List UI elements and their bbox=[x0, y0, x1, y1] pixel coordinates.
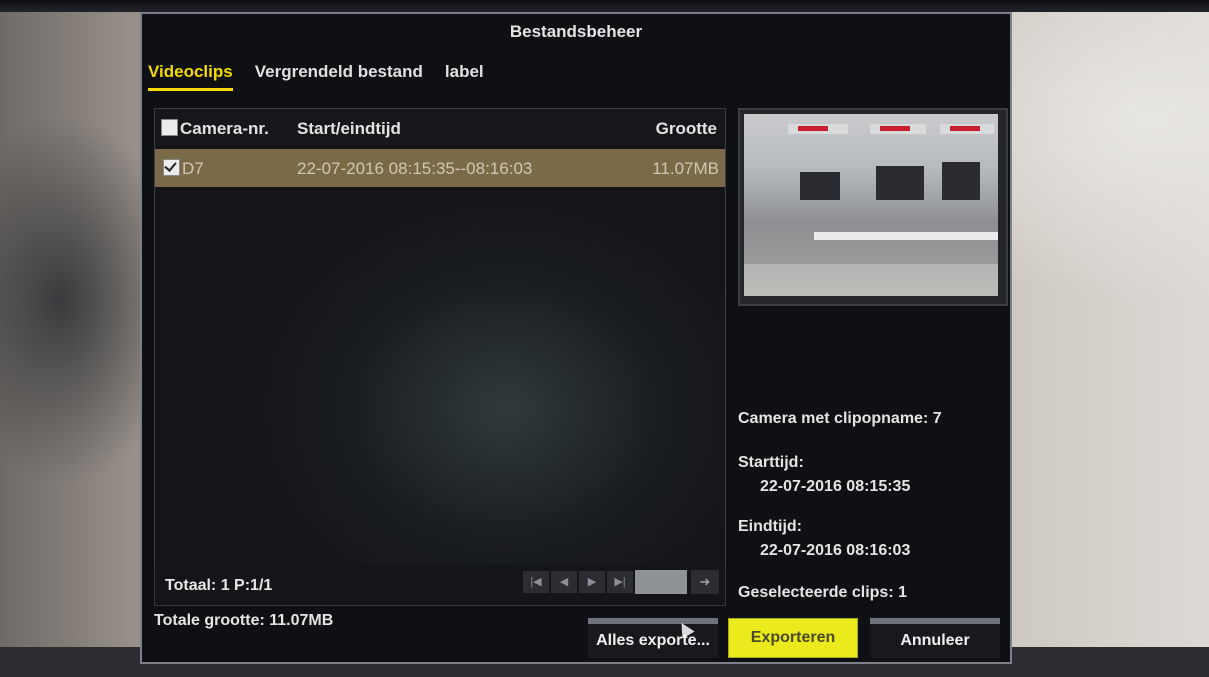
column-time: Start/eindtijd bbox=[297, 119, 401, 138]
row-camera-label: D7 bbox=[182, 159, 204, 178]
preview-sign bbox=[940, 124, 994, 134]
clip-preview bbox=[738, 108, 1008, 306]
row-size: 11.07MB bbox=[652, 159, 719, 178]
row-camera: D7 bbox=[163, 159, 204, 179]
row-checkbox[interactable] bbox=[163, 159, 180, 176]
total-count: Totaal: 1 P:1/1 bbox=[165, 577, 273, 594]
go-arrow-icon[interactable]: ➜ bbox=[691, 570, 719, 594]
export-all-button[interactable]: Alles exporte... bbox=[588, 618, 718, 658]
tab-locked-file[interactable]: Vergrendeld bestand bbox=[255, 62, 423, 91]
start-label: Starttijd: bbox=[738, 454, 804, 471]
preview-shelf bbox=[814, 232, 998, 240]
dialog-title: Bestandsbeheer bbox=[509, 22, 643, 41]
preview-thumbnail bbox=[744, 114, 998, 296]
next-page-icon[interactable]: ▶ bbox=[579, 571, 605, 593]
start-value: 22-07-2016 08:15:35 bbox=[760, 478, 911, 495]
end-label: Eindtijd: bbox=[738, 518, 802, 535]
clip-list: Camera-nr. Start/eindtijd Grootte D7 22-… bbox=[154, 108, 726, 566]
file-management-dialog: Bestandsbeheer Videoclips Vergrendeld be… bbox=[140, 12, 1012, 664]
tab-bar: Videoclips Vergrendeld bestand label bbox=[148, 62, 484, 91]
selected-clips: Geselecteerde clips: 1 bbox=[738, 584, 907, 601]
pagination-bar: Totaal: 1 P:1/1 |◀ ◀ ▶ ▶| ➜ bbox=[154, 565, 726, 606]
end-value: 22-07-2016 08:16:03 bbox=[760, 542, 911, 559]
tab-label[interactable]: label bbox=[445, 62, 484, 91]
list-header: Camera-nr. Start/eindtijd Grootte bbox=[155, 109, 725, 145]
row-time: 22-07-2016 08:15:35--08:16:03 bbox=[297, 159, 533, 178]
cancel-button[interactable]: Annuleer bbox=[870, 618, 1000, 658]
preview-sign bbox=[788, 124, 848, 134]
column-camera-label: Camera-nr. bbox=[180, 119, 269, 138]
last-page-icon[interactable]: ▶| bbox=[607, 571, 633, 593]
first-page-icon[interactable]: |◀ bbox=[523, 571, 549, 593]
tab-videoclips[interactable]: Videoclips bbox=[148, 62, 233, 91]
export-button[interactable]: Exporteren bbox=[728, 618, 858, 658]
camera-info: Camera met clipopname: 7 bbox=[738, 410, 942, 427]
preview-screen bbox=[942, 162, 980, 200]
preview-screen bbox=[800, 172, 840, 200]
select-all-checkbox[interactable] bbox=[161, 119, 178, 136]
column-size: Grootte bbox=[655, 119, 717, 138]
column-camera: Camera-nr. bbox=[161, 119, 269, 139]
preview-screen bbox=[876, 166, 924, 200]
preview-sign bbox=[870, 124, 926, 134]
preview-floor bbox=[744, 264, 998, 296]
total-size: Totale grootte: 11.07MB bbox=[154, 612, 334, 629]
prev-page-icon[interactable]: ◀ bbox=[551, 571, 577, 593]
page-number-input[interactable] bbox=[635, 570, 687, 594]
monitor-bezel-top bbox=[0, 0, 1209, 12]
table-row[interactable]: D7 22-07-2016 08:15:35--08:16:03 11.07MB bbox=[155, 149, 725, 187]
